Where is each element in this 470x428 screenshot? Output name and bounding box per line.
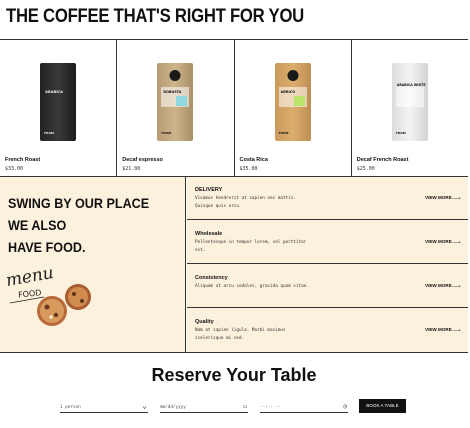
- service-item-consistency: Consistency Aliquam ut arcu sodales, gra…: [187, 265, 468, 308]
- bag-brand: FROM: [161, 131, 172, 135]
- bag-text: ARABICA: [45, 90, 63, 94]
- services-list: DELIVERY Vivamus hendrerit at sapien nec…: [187, 177, 468, 352]
- product-grid: ARABICA FROM French Roast $33.00 ROBUSTA…: [0, 39, 468, 177]
- service-description: Pellentesque in tempor lorem, vel portti…: [195, 240, 307, 253]
- brand-logo-icon: [287, 70, 299, 81]
- arrow-right-icon[interactable]: ⟶: [452, 195, 461, 202]
- food-promo-title: SWING BY OUR PLACE WE ALSO HAVE FOOD.: [8, 192, 161, 258]
- clock-icon[interactable]: ◷: [343, 403, 347, 410]
- service-item-quality: Quality Nam at sapien ligula. Morbi maxi…: [187, 309, 468, 352]
- product-name[interactable]: Decaf French Roast: [357, 157, 409, 163]
- service-item-delivery: DELIVERY Vivamus hendrerit at sapien nec…: [187, 177, 468, 220]
- bag-text: ROBUSTA: [163, 90, 182, 94]
- product-name[interactable]: Costa Rica: [240, 157, 268, 163]
- arrow-right-icon[interactable]: ⟶: [452, 239, 461, 246]
- menu-script-text: menu: [4, 263, 55, 291]
- service-description: Nam at sapien ligula. Morbi maximus scel…: [195, 328, 286, 341]
- service-title: Quality: [195, 319, 214, 325]
- product-card[interactable]: ARABICA WHITE FROM Decaf French Roast $2…: [351, 40, 468, 176]
- bag-color-swatch: [176, 96, 188, 106]
- brand-logo-icon: [169, 70, 181, 81]
- service-title: DELIVERY: [195, 187, 223, 193]
- persons-select[interactable]: 1 person ⌄: [60, 401, 148, 413]
- view-more-link[interactable]: VIEW MORE: [425, 239, 452, 244]
- product-price: $35.00: [239, 166, 258, 172]
- section-divider: [0, 352, 468, 353]
- coffee-bag-image[interactable]: ARABICA FROM: [40, 63, 77, 141]
- chevron-down-icon[interactable]: ⌄: [142, 401, 147, 410]
- product-card[interactable]: ARABICA FROM French Roast $33.00: [0, 40, 118, 176]
- bag-label: [395, 87, 424, 107]
- date-input[interactable]: mm/dd/yyyy ▭: [160, 402, 248, 413]
- persons-select-value: 1 person: [60, 405, 81, 410]
- product-card[interactable]: ROBUSTA FROM Decaf espresso $21.00: [117, 40, 235, 176]
- coffee-bag-image[interactable]: ARRICO FROM: [274, 63, 311, 141]
- menu-food-illustration: menu FOOD: [4, 263, 91, 326]
- reserve-title: Reserve Your Table: [151, 365, 317, 385]
- food-title-line2: HAVE FOOD.: [8, 239, 86, 255]
- service-title: Consistency: [195, 275, 228, 281]
- time-placeholder: --:-- --: [260, 405, 281, 410]
- bag-brand: FROM: [395, 131, 406, 135]
- view-more-link[interactable]: VIEW MORE: [425, 283, 452, 288]
- coffee-bag-image[interactable]: ROBUSTA FROM: [157, 63, 194, 141]
- bag-brand: FROM: [278, 131, 289, 135]
- arrow-right-icon[interactable]: ⟶: [452, 327, 461, 334]
- service-description: Aliquam ut arcu sodales, gravida quam vi…: [195, 284, 309, 289]
- service-description: Vivamus hendrerit at sapien nec mattis. …: [195, 196, 296, 209]
- coffee-bag-image[interactable]: ARABICA WHITE FROM: [391, 63, 428, 141]
- product-price: $33.00: [5, 166, 24, 172]
- product-price: $21.00: [122, 166, 141, 172]
- arrow-right-icon[interactable]: ⟶: [452, 283, 461, 290]
- service-title: Wholesale: [195, 231, 223, 237]
- date-placeholder: mm/dd/yyyy: [160, 405, 186, 410]
- bag-text: ARABICA WHITE: [396, 83, 426, 87]
- time-input[interactable]: --:-- -- ◷: [260, 402, 348, 413]
- calendar-icon[interactable]: ▭: [243, 403, 247, 410]
- book-table-button[interactable]: BOOK A TABLE: [359, 399, 406, 413]
- bag-text: ARRICO: [280, 90, 296, 94]
- product-price: $25.00: [356, 166, 375, 172]
- food-title-line1: SWING BY OUR PLACE WE ALSO: [8, 195, 150, 233]
- product-card[interactable]: ARRICO FROM Costa Rica $35.00: [234, 40, 352, 176]
- view-more-link[interactable]: VIEW MORE: [425, 327, 452, 332]
- product-name[interactable]: Decaf espresso: [122, 157, 163, 163]
- bag-color-swatch: [293, 96, 305, 106]
- service-item-wholesale: Wholesale Pellentesque in tempor lorem, …: [187, 221, 468, 264]
- product-name[interactable]: French Roast: [5, 157, 40, 163]
- page-headline: THE COFFEE THAT'S RIGHT FOR YOU: [6, 6, 305, 27]
- bag-brand: FROM: [44, 131, 55, 135]
- view-more-link[interactable]: VIEW MORE: [425, 195, 452, 200]
- food-promo: SWING BY OUR PLACE WE ALSO HAVE FOOD. me…: [0, 177, 186, 352]
